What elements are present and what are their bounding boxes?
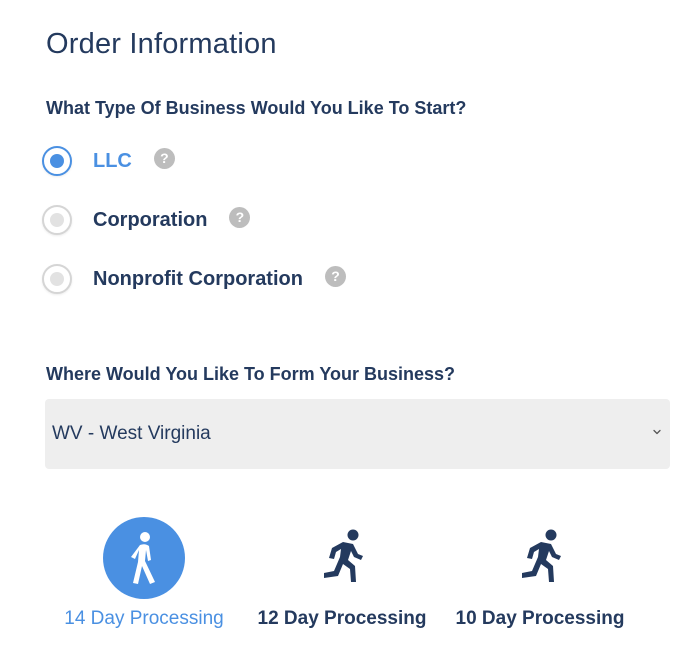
processing-option-14-day[interactable]: 14 Day Processing — [49, 517, 239, 630]
processing-option-12-day[interactable]: 12 Day Processing — [247, 517, 437, 630]
processing-icon-container[interactable] — [499, 517, 581, 599]
processing-option-10-day[interactable]: 10 Day Processing — [445, 517, 635, 630]
radio-button-llc[interactable] — [42, 146, 72, 176]
state-select[interactable]: WV - West Virginia — [45, 399, 670, 469]
business-type-question: What Type Of Business Would You Like To … — [46, 98, 467, 118]
help-icon[interactable]: ? — [229, 206, 251, 228]
chevron-down-icon — [653, 429, 661, 435]
processing-icon-container[interactable] — [103, 517, 185, 599]
walking-person-icon — [131, 532, 155, 584]
processing-label-10-day: 10 Day Processing — [455, 608, 625, 629]
state-select-value: WV - West Virginia — [52, 423, 211, 444]
radio-option-llc[interactable]: LLC ? — [42, 143, 175, 179]
radio-button-nonprofit-corporation[interactable] — [42, 264, 72, 294]
radio-option-nonprofit-corporation[interactable]: Nonprofit Corporation ? — [42, 261, 346, 297]
page-title: Order Information — [46, 28, 277, 60]
processing-icon-container[interactable] — [301, 517, 383, 599]
radio-label-llc: LLC — [93, 149, 132, 172]
running-person-icon — [522, 529, 561, 582]
radio-button-corporation[interactable] — [42, 205, 72, 235]
processing-label-12-day: 12 Day Processing — [257, 608, 427, 629]
help-icon[interactable]: ? — [324, 265, 346, 287]
state-question: Where Would You Like To Form Your Busine… — [46, 364, 456, 384]
radio-option-corporation[interactable]: Corporation ? — [42, 202, 251, 238]
processing-label-14-day: 14 Day Processing — [64, 608, 224, 629]
radio-label-nonprofit-corporation: Nonprofit Corporation — [93, 267, 303, 290]
radio-label-corporation: Corporation — [93, 208, 208, 231]
help-icon[interactable]: ? — [153, 147, 175, 169]
running-person-icon — [324, 529, 363, 582]
